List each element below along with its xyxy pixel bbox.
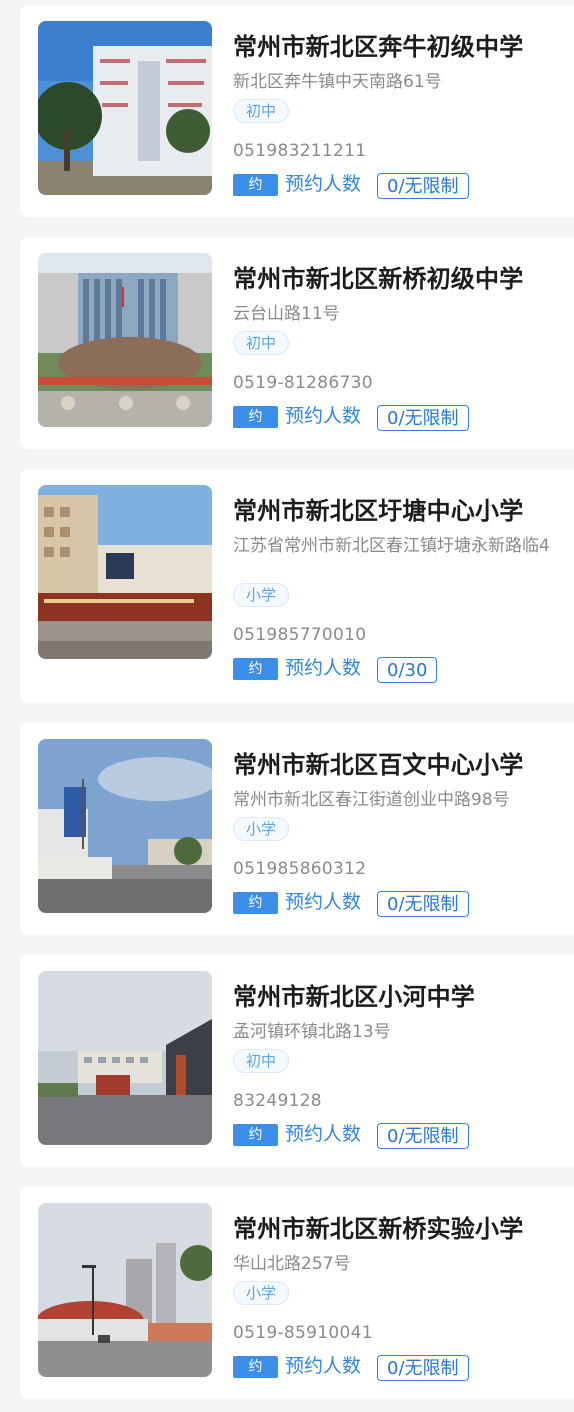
school-card[interactable]: 常州市新北区小河中学 孟河镇环镇北路13号 初中 83249128 约 预约人数… xyxy=(20,955,574,1167)
booking-badge: 约 xyxy=(233,1356,278,1378)
school-name: 常州市新北区小河中学 xyxy=(233,983,475,1011)
school-photo xyxy=(38,485,212,659)
booking-label: 预约人数 xyxy=(285,1123,362,1145)
school-photo-image xyxy=(38,485,212,659)
booking-label: 预约人数 xyxy=(285,173,362,195)
school-info: 常州市新北区小河中学 孟河镇环镇北路13号 初中 83249128 约 预约人数… xyxy=(233,955,574,1167)
school-card[interactable]: 常州市新北区百文中心小学 常州市新北区春江街道创业中路98号 小学 051985… xyxy=(20,723,574,935)
booking-badge: 约 xyxy=(233,658,278,680)
school-photo-image xyxy=(38,1203,212,1377)
school-phone: 051983211211 xyxy=(233,141,367,161)
school-level-tag: 小学 xyxy=(233,817,290,841)
school-name: 常州市新北区奔牛初级中学 xyxy=(233,33,524,61)
booking-label: 预约人数 xyxy=(285,891,362,913)
school-photo xyxy=(38,739,212,913)
school-info: 常州市新北区奔牛初级中学 新北区奔牛镇中天南路61号 初中 0519832112… xyxy=(233,5,574,217)
school-photo xyxy=(38,253,212,427)
school-level-tag: 小学 xyxy=(233,1281,290,1305)
school-address: 华山北路257号 xyxy=(233,1254,351,1274)
school-address: 江苏省常州市新北区春江镇圩塘永新路临4 xyxy=(233,536,550,556)
school-info: 常州市新北区新桥实验小学 华山北路257号 小学 0519-85910041 约… xyxy=(233,1187,574,1399)
school-photo-image xyxy=(38,253,212,427)
booking-badge: 约 xyxy=(233,406,278,428)
school-card[interactable]: 常州市新北区奔牛初级中学 新北区奔牛镇中天南路61号 初中 0519832112… xyxy=(20,5,574,217)
booking-badge: 约 xyxy=(233,1124,278,1146)
school-phone: 83249128 xyxy=(233,1091,322,1111)
school-address: 新北区奔牛镇中天南路61号 xyxy=(233,72,442,92)
booking-row: 约 预约人数 0/无限制 xyxy=(233,171,574,201)
school-phone: 051985860312 xyxy=(233,859,367,879)
school-address: 孟河镇环镇北路13号 xyxy=(233,1022,391,1042)
school-name: 常州市新北区新桥初级中学 xyxy=(233,265,524,293)
school-phone: 0519-85910041 xyxy=(233,1323,373,1343)
school-level-tag: 小学 xyxy=(233,583,290,607)
school-phone: 051985770010 xyxy=(233,625,367,645)
booking-row: 约 预约人数 0/无限制 xyxy=(233,1353,574,1383)
booking-row: 约 预约人数 0/30 xyxy=(233,655,574,685)
school-card[interactable]: 常州市新北区圩塘中心小学 江苏省常州市新北区春江镇圩塘永新路临4 小学 0519… xyxy=(20,469,574,703)
booking-label: 预约人数 xyxy=(285,405,362,427)
school-level-tag: 初中 xyxy=(233,331,290,355)
school-photo xyxy=(38,971,212,1145)
school-address: 常州市新北区春江街道创业中路98号 xyxy=(233,790,510,810)
school-name: 常州市新北区百文中心小学 xyxy=(233,751,524,779)
school-level-tag: 初中 xyxy=(233,99,290,123)
school-info: 常州市新北区百文中心小学 常州市新北区春江街道创业中路98号 小学 051985… xyxy=(233,723,574,935)
school-photo xyxy=(38,21,212,195)
school-name: 常州市新北区圩塘中心小学 xyxy=(233,497,524,525)
school-phone: 0519-81286730 xyxy=(233,373,373,393)
booking-quota: 0/无限制 xyxy=(377,1123,469,1149)
booking-quota: 0/无限制 xyxy=(377,173,469,199)
school-info: 常州市新北区新桥初级中学 云台山路11号 初中 0519-81286730 约 … xyxy=(233,237,574,449)
booking-row: 约 预约人数 0/无限制 xyxy=(233,1121,574,1151)
school-list: 常州市新北区奔牛初级中学 新北区奔牛镇中天南路61号 初中 0519832112… xyxy=(0,0,574,1412)
booking-badge: 约 xyxy=(233,892,278,914)
booking-quota: 0/无限制 xyxy=(377,1355,469,1381)
school-address: 云台山路11号 xyxy=(233,304,340,324)
school-info: 常州市新北区圩塘中心小学 江苏省常州市新北区春江镇圩塘永新路临4 小学 0519… xyxy=(233,469,574,683)
booking-label: 预约人数 xyxy=(285,1355,362,1377)
booking-quota: 0/无限制 xyxy=(377,405,469,431)
school-level-tag: 初中 xyxy=(233,1049,290,1073)
booking-row: 约 预约人数 0/无限制 xyxy=(233,403,574,433)
school-photo-image xyxy=(38,739,212,913)
school-photo-image xyxy=(38,971,212,1145)
booking-quota: 0/无限制 xyxy=(377,891,469,917)
school-photo-image xyxy=(38,21,212,195)
booking-quota: 0/30 xyxy=(377,657,438,683)
school-name: 常州市新北区新桥实验小学 xyxy=(233,1215,524,1243)
school-photo xyxy=(38,1203,212,1377)
booking-row: 约 预约人数 0/无限制 xyxy=(233,889,574,919)
school-card[interactable]: 常州市新北区新桥初级中学 云台山路11号 初中 0519-81286730 约 … xyxy=(20,237,574,449)
booking-badge: 约 xyxy=(233,174,278,196)
booking-label: 预约人数 xyxy=(285,657,362,679)
school-card[interactable]: 常州市新北区新桥实验小学 华山北路257号 小学 0519-85910041 约… xyxy=(20,1187,574,1399)
